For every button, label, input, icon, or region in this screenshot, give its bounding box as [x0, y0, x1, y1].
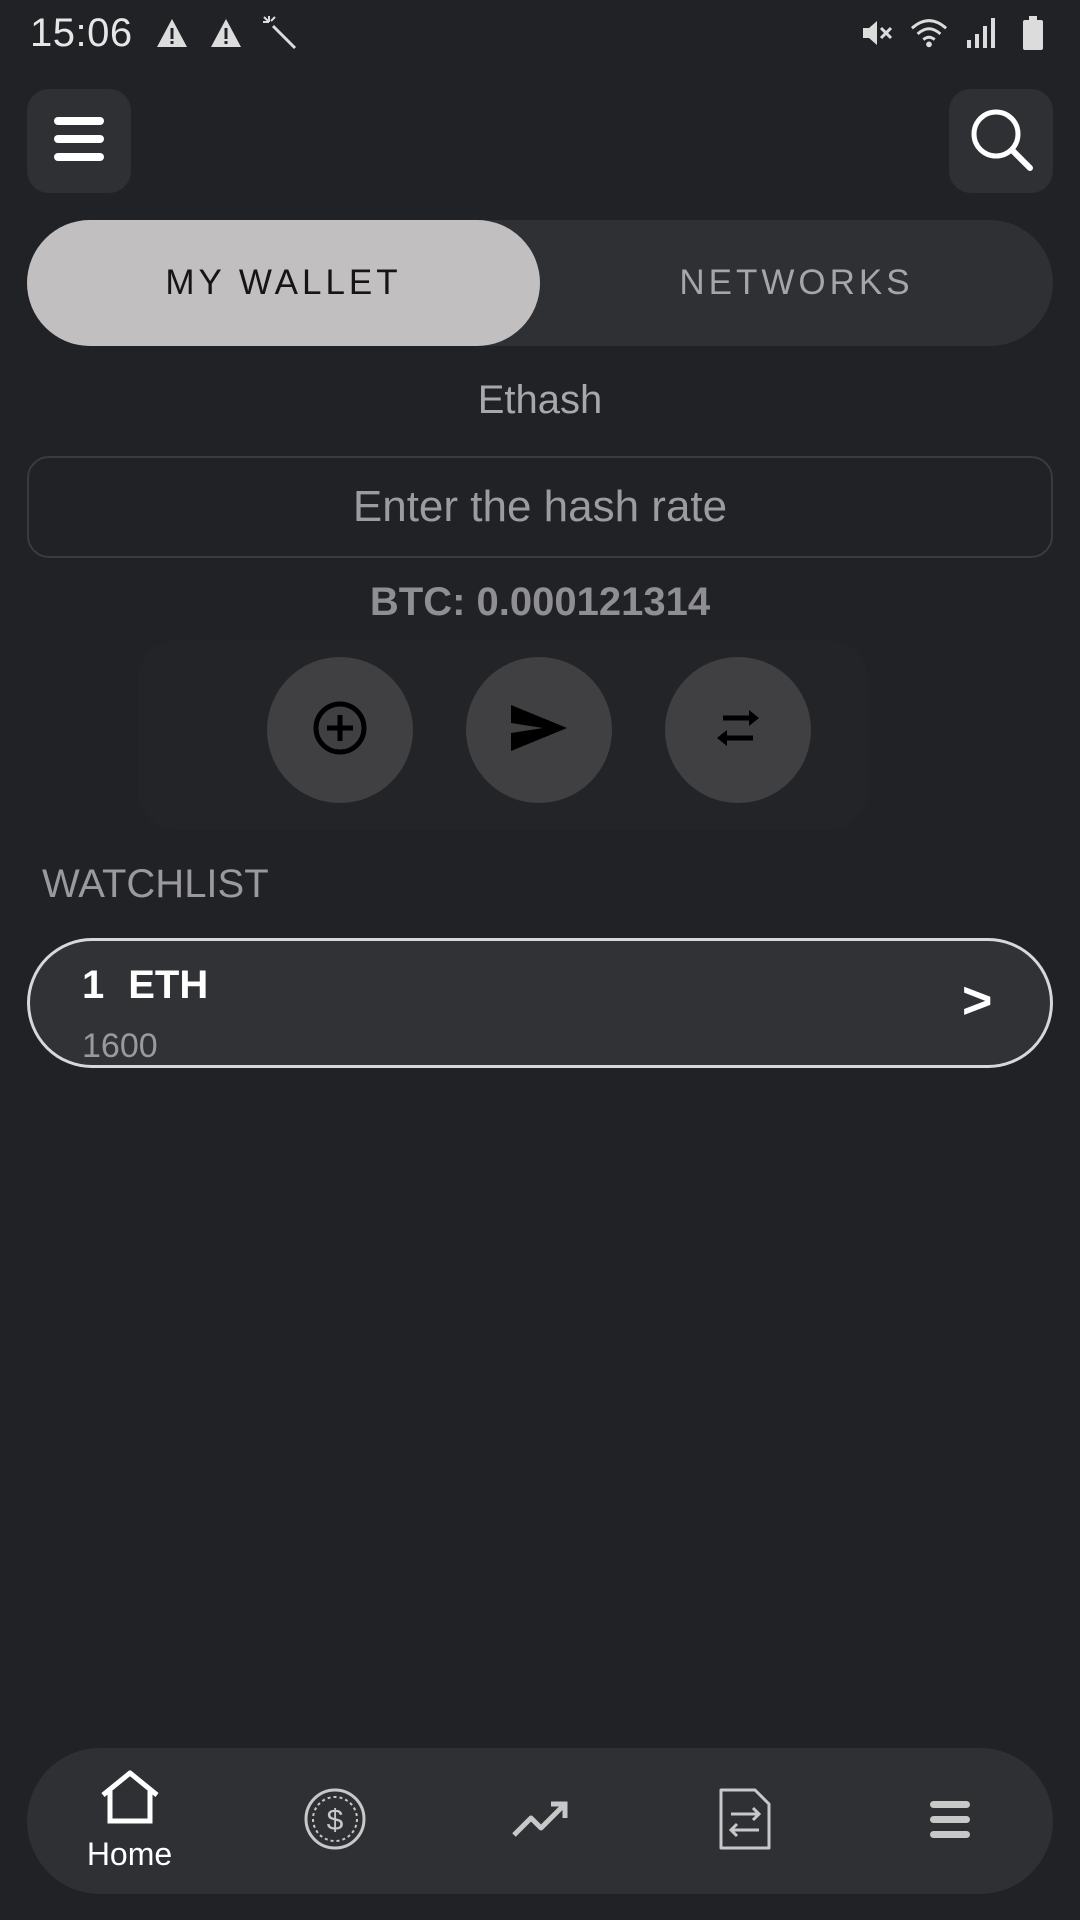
battery-icon	[1014, 14, 1052, 52]
wallet-network-tabs: MY WALLET NETWORKS	[27, 220, 1053, 346]
exchange-document-icon	[717, 1786, 773, 1857]
add-circle-icon	[312, 700, 368, 761]
chevron-right-icon[interactable]: >	[962, 971, 992, 1031]
trend-icon	[511, 1799, 569, 1844]
tab-my-wallet[interactable]: MY WALLET	[27, 220, 540, 346]
status-left: 15:06	[30, 11, 299, 56]
hamburger-menu-icon	[52, 115, 106, 168]
menu-button[interactable]	[27, 89, 131, 193]
tab-networks[interactable]: NETWORKS	[540, 220, 1053, 346]
swap-icon	[713, 708, 763, 753]
warning-icon	[153, 14, 191, 52]
add-button[interactable]	[267, 657, 413, 803]
home-icon	[99, 1769, 161, 1830]
nav-label-home: Home	[86, 1836, 173, 1872]
nav-item-menu[interactable]	[847, 1748, 1052, 1894]
bottom-nav: Home $	[27, 1748, 1053, 1894]
svg-text:$: $	[326, 1804, 343, 1837]
nav-item-transactions[interactable]	[642, 1748, 847, 1894]
signal-icon	[962, 14, 1000, 52]
watchlist-item-name: 1 ETH	[82, 963, 208, 1008]
algorithm-label: Ethash	[477, 378, 603, 422]
hash-rate-input[interactable]	[27, 456, 1053, 558]
mute-icon	[858, 14, 896, 52]
watchlist-item-symbol: ETH	[128, 963, 209, 1007]
wifi-icon	[910, 14, 948, 52]
send-icon	[509, 703, 569, 758]
watchlist-item-price: 1600	[82, 1027, 158, 1065]
screen: 15:06 MY WALLET NETWORKS Ethash Enter th…	[0, 0, 1080, 1920]
magic-wand-icon	[261, 14, 299, 52]
status-time: 15:06	[30, 10, 133, 55]
nav-item-home[interactable]: Home	[27, 1748, 232, 1894]
coin-icon: $	[303, 1787, 367, 1856]
swap-button[interactable]	[665, 657, 811, 803]
nav-item-trends[interactable]	[437, 1748, 642, 1894]
send-button[interactable]	[466, 657, 612, 803]
search-icon	[968, 106, 1034, 177]
nav-item-coin[interactable]: $	[232, 1748, 437, 1894]
watchlist-item-amount: 1	[82, 963, 105, 1007]
watchlist-item[interactable]: 1 ETH 1600 >	[27, 938, 1053, 1068]
status-bar: 15:06	[0, 0, 1080, 66]
watchlist-title: WATCHLIST	[42, 862, 269, 906]
status-right	[858, 14, 1052, 52]
menu-icon	[929, 1799, 971, 1844]
warning-icon	[207, 14, 245, 52]
btc-value: BTC: 0.000121314	[369, 580, 711, 624]
search-button[interactable]	[949, 89, 1053, 193]
